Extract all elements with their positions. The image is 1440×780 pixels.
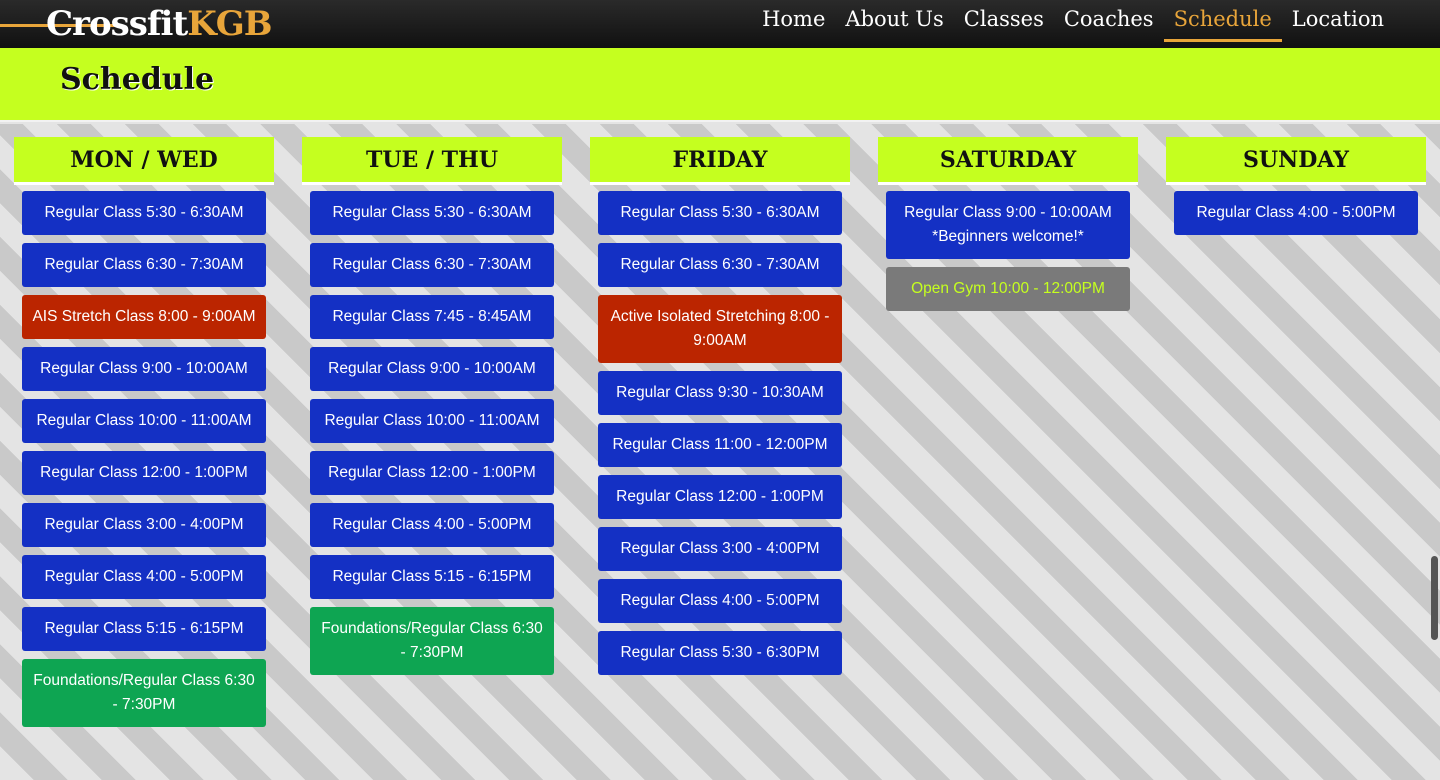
class-slot[interactable]: Active Isolated Stretching 8:00 - 9:00AM: [598, 295, 842, 363]
class-slot[interactable]: Regular Class 12:00 - 1:00PM: [22, 451, 266, 495]
day-header: FRIDAY: [590, 137, 850, 185]
day-column: MON / WED Regular Class 5:30 - 6:30AM Regu…: [14, 137, 274, 727]
day-column: SATURDAY Regular Class 9:00 - 10:00AM *Be…: [878, 137, 1138, 727]
logo-main-text: Crossfit: [46, 4, 188, 44]
day-column: TUE / THU Regular Class 5:30 - 6:30AM Regu…: [302, 137, 562, 727]
class-slot[interactable]: Regular Class 9:00 - 10:00AM: [310, 347, 554, 391]
class-slot-list: Regular Class 5:30 - 6:30AM Regular Class…: [302, 185, 562, 675]
class-slot[interactable]: Regular Class 5:30 - 6:30PM: [598, 631, 842, 675]
class-slot-list: Regular Class 5:30 - 6:30AM Regular Class…: [590, 185, 850, 675]
class-slot-list: Regular Class 9:00 - 10:00AM *Beginners …: [878, 185, 1138, 311]
class-slot[interactable]: Regular Class 3:00 - 4:00PM: [598, 527, 842, 571]
class-slot[interactable]: Regular Class 4:00 - 5:00PM: [310, 503, 554, 547]
class-slot[interactable]: Regular Class 5:15 - 6:15PM: [22, 607, 266, 651]
class-slot[interactable]: Regular Class 10:00 - 11:00AM: [22, 399, 266, 443]
nav-location[interactable]: Location: [1282, 0, 1394, 48]
day-column: FRIDAY Regular Class 5:30 - 6:30AM Regular…: [590, 137, 850, 727]
class-slot[interactable]: Regular Class 12:00 - 1:00PM: [310, 451, 554, 495]
class-slot-list: Regular Class 4:00 - 5:00PM: [1166, 185, 1426, 235]
day-header: SUNDAY: [1166, 137, 1426, 185]
nav-classes[interactable]: Classes: [954, 0, 1054, 48]
nav-home[interactable]: Home: [752, 0, 835, 48]
schedule-grid: MON / WED Regular Class 5:30 - 6:30AM Regu…: [14, 137, 1428, 727]
page-scrollbar[interactable]: [1431, 556, 1438, 640]
day-header: TUE / THU: [302, 137, 562, 185]
class-slot[interactable]: Regular Class 10:00 - 11:00AM: [310, 399, 554, 443]
class-slot-list: Regular Class 5:30 - 6:30AM Regular Class…: [14, 185, 274, 727]
site-logo[interactable]: CrossfitKGB: [46, 2, 273, 46]
class-slot[interactable]: Regular Class 5:15 - 6:15PM: [310, 555, 554, 599]
class-slot[interactable]: Regular Class 6:30 - 7:30AM: [22, 243, 266, 287]
title-band: Schedule: [0, 48, 1440, 122]
class-slot[interactable]: Regular Class 5:30 - 6:30AM: [598, 191, 842, 235]
class-slot[interactable]: Foundations/Regular Class 6:30 - 7:30PM: [22, 659, 266, 727]
class-slot[interactable]: Foundations/Regular Class 6:30 - 7:30PM: [310, 607, 554, 675]
nav-about-us[interactable]: About Us: [835, 0, 953, 48]
class-slot[interactable]: Regular Class 7:45 - 8:45AM: [310, 295, 554, 339]
class-slot[interactable]: Regular Class 11:00 - 12:00PM: [598, 423, 842, 467]
day-column: SUNDAY Regular Class 4:00 - 5:00PM: [1166, 137, 1426, 727]
main-nav: Home About Us Classes Coaches Schedule L…: [752, 0, 1394, 48]
open-gym-slot[interactable]: Open Gym 10:00 - 12:00PM: [886, 267, 1130, 311]
class-slot[interactable]: Regular Class 5:30 - 6:30AM: [310, 191, 554, 235]
class-slot[interactable]: Regular Class 12:00 - 1:00PM: [598, 475, 842, 519]
class-slot[interactable]: Regular Class 3:00 - 4:00PM: [22, 503, 266, 547]
class-slot[interactable]: Regular Class 9:00 - 10:00AM *Beginners …: [886, 191, 1130, 259]
class-slot[interactable]: Regular Class 4:00 - 5:00PM: [598, 579, 842, 623]
nav-schedule[interactable]: Schedule: [1163, 0, 1283, 48]
day-header: MON / WED: [14, 137, 274, 185]
class-slot[interactable]: Regular Class 9:00 - 10:00AM: [22, 347, 266, 391]
top-navbar: CrossfitKGB Home About Us Classes Coache…: [0, 0, 1440, 48]
page-title: Schedule: [60, 62, 215, 97]
class-slot[interactable]: Regular Class 6:30 - 7:30AM: [310, 243, 554, 287]
day-header: SATURDAY: [878, 137, 1138, 185]
class-slot[interactable]: Regular Class 5:30 - 6:30AM: [22, 191, 266, 235]
class-slot[interactable]: AIS Stretch Class 8:00 - 9:00AM: [22, 295, 266, 339]
logo-accent-text: KGB: [187, 4, 272, 44]
class-slot[interactable]: Regular Class 9:30 - 10:30AM: [598, 371, 842, 415]
class-slot[interactable]: Regular Class 6:30 - 7:30AM: [598, 243, 842, 287]
nav-coaches[interactable]: Coaches: [1054, 0, 1164, 48]
class-slot[interactable]: Regular Class 4:00 - 5:00PM: [1174, 191, 1418, 235]
class-slot[interactable]: Regular Class 4:00 - 5:00PM: [22, 555, 266, 599]
